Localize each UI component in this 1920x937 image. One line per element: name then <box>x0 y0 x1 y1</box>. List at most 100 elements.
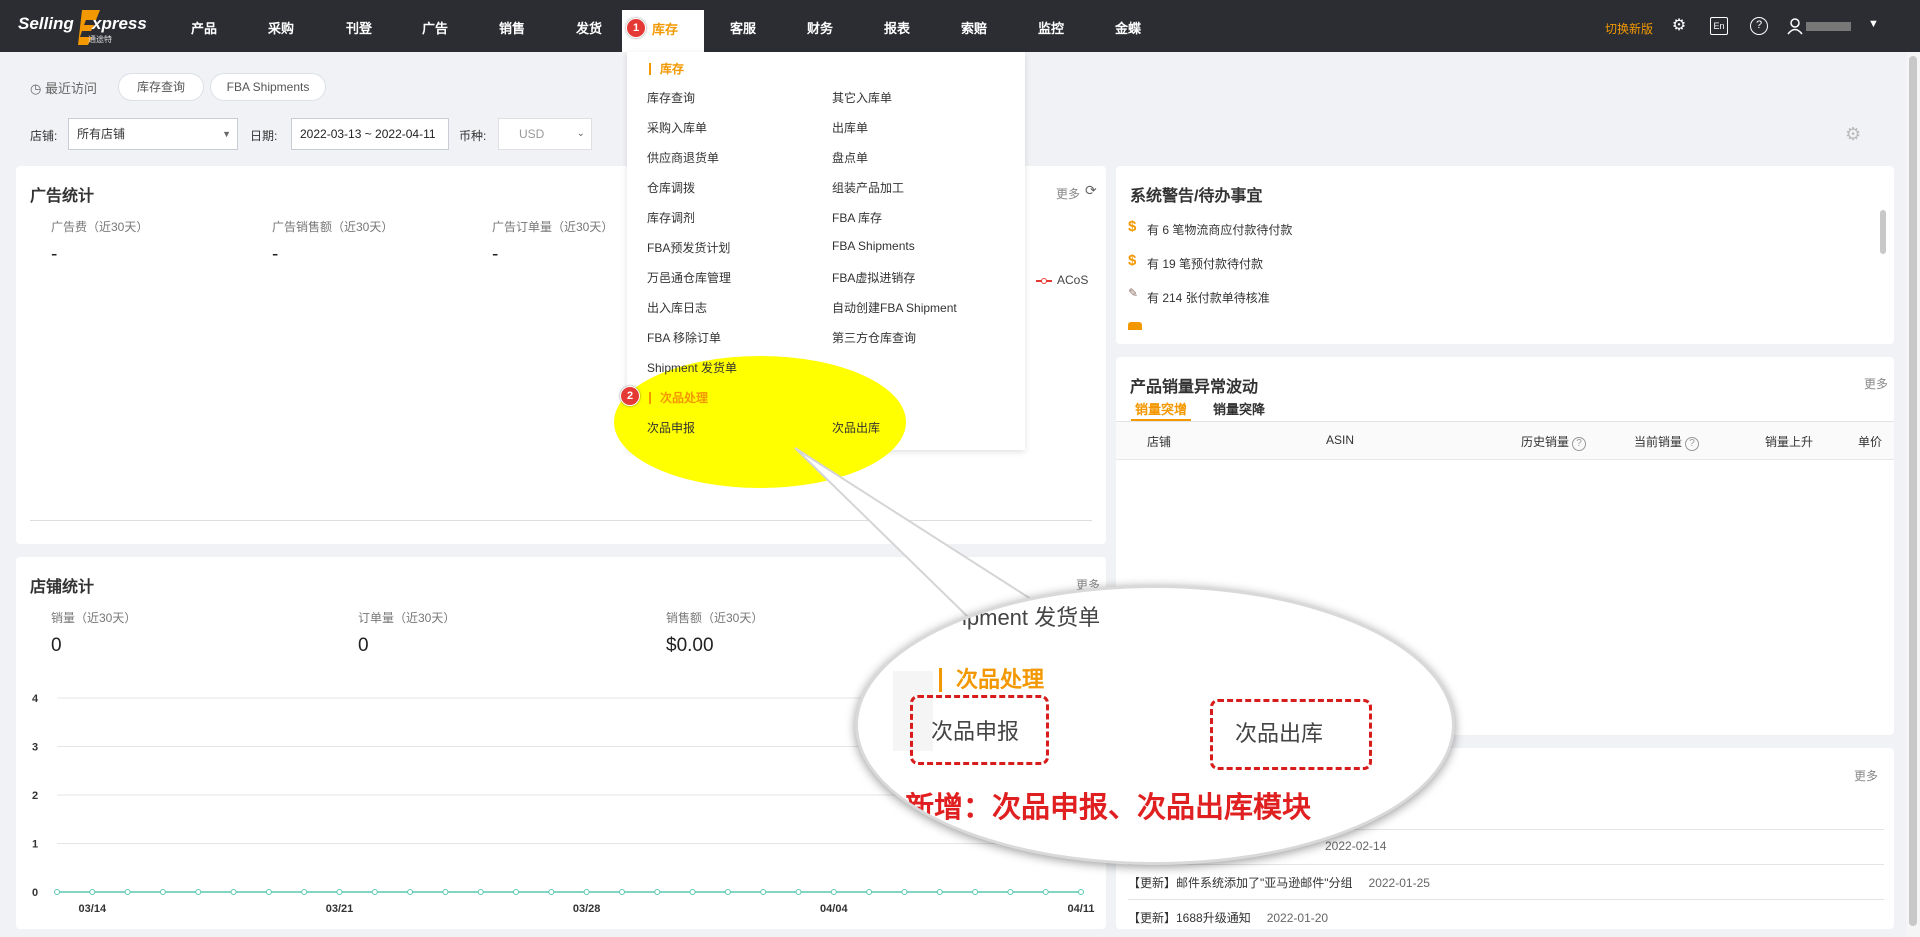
menu-auto-fba-shipment[interactable]: 自动创建FBA Shipment <box>832 299 957 316</box>
menu-defective-outbound[interactable]: 次品出库 <box>832 419 880 436</box>
nav-service[interactable]: 客服 <box>730 18 756 37</box>
y-tick-label: 2 <box>32 790 38 802</box>
switch-version-link[interactable]: 切换新版 <box>1605 20 1653 37</box>
data-point <box>159 889 166 895</box>
currency-select[interactable]: USD ⌄ <box>498 118 592 150</box>
zoom-defective-outbound: 次品出库 <box>1235 721 1324 746</box>
menu-winit-warehouse[interactable]: 万邑通仓库管理 <box>647 269 731 286</box>
recent-visits: ◷ 最近访问 <box>30 81 97 96</box>
menu-inventory-allocation[interactable]: 库存调剂 <box>647 209 695 226</box>
menu-fba-virtual-inventory[interactable]: FBA虚拟进销存 <box>832 269 915 286</box>
anomaly-title: 产品销量异常波动 <box>1130 379 1259 396</box>
data-point <box>89 889 96 895</box>
zoom-caption: 新增：次品申报、次品出库模块 <box>905 792 1312 824</box>
warning-item[interactable]: 有 6 笔物流商应付款待付款 <box>1147 221 1292 238</box>
data-point <box>265 889 272 895</box>
data-point <box>760 889 767 895</box>
tab-sales-surge[interactable]: 销量突增 <box>1135 399 1187 418</box>
nav-reports[interactable]: 报表 <box>884 18 910 37</box>
menu-shipment-order[interactable]: Shipment 发货单 <box>647 359 737 376</box>
date-range-picker[interactable]: 2022-03-13 ~ 2022-04-11 <box>291 118 449 150</box>
user-menu-caret-icon[interactable]: ▼ <box>1868 18 1879 30</box>
col-sales-increase: 销量上升 <box>1765 435 1814 449</box>
menu-purchase-receipt[interactable]: 采购入库单 <box>647 119 707 136</box>
refresh-icon[interactable]: ⟳ <box>1085 182 1097 199</box>
ad-stats-more-link[interactable]: 更多 <box>1056 185 1080 202</box>
settings-gear-icon[interactable]: ⚙ <box>1670 17 1688 35</box>
menu-other-receipt[interactable]: 其它入库单 <box>832 89 892 106</box>
menu-warehouse-transfer[interactable]: 仓库调拨 <box>647 179 695 196</box>
nav-monitor[interactable]: 监控 <box>1038 18 1064 37</box>
nav-claims[interactable]: 索赔 <box>961 18 987 37</box>
menu-defective-report[interactable]: 次品申报 <box>647 419 695 436</box>
menu-outbound-order[interactable]: 出库单 <box>832 119 868 136</box>
x-tick-label: 03/28 <box>573 903 601 915</box>
menu-3pl-warehouse-query[interactable]: 第三方仓库查询 <box>832 329 916 346</box>
logo[interactable]: Selling xpress 通途特 <box>18 8 147 46</box>
store-stats-title: 店铺统计 <box>30 579 95 596</box>
data-point <box>795 889 802 895</box>
nav-shipping[interactable]: 发货 <box>576 18 602 37</box>
ad-sales-value: - <box>272 244 279 265</box>
data-point <box>477 889 484 895</box>
user-icon[interactable] <box>1786 17 1804 35</box>
top-navbar: Selling xpress 通途特 产品 采购 刊登 广告 销售 发货 客服 … <box>0 0 1920 52</box>
menu-fba-inventory[interactable]: FBA 库存 <box>832 209 882 226</box>
question-icon[interactable]: ? <box>1685 437 1700 451</box>
news-item[interactable]: 【更新】1688升级通知 2022-01-20 <box>1128 909 1328 926</box>
zoom-section-defective: 次品处理 <box>939 668 1044 692</box>
nav-sales[interactable]: 销售 <box>499 18 525 37</box>
warning-item[interactable]: 有 19 笔预付款待付款 <box>1147 255 1263 272</box>
page-settings-gear-icon[interactable]: ⚙ <box>1845 124 1861 145</box>
x-tick-label: 04/04 <box>820 903 848 915</box>
nav-ads[interactable]: 广告 <box>422 18 448 37</box>
sales-amount-value: $0.00 <box>666 635 714 656</box>
x-tick-label: 03/21 <box>326 903 354 915</box>
nav-product[interactable]: 产品 <box>191 18 217 37</box>
page-scrollbar-thumb[interactable] <box>1909 56 1917 926</box>
menu-inventory-query[interactable]: 库存查询 <box>647 89 695 106</box>
order-qty-value: 0 <box>358 635 369 656</box>
news-divider <box>1128 864 1884 865</box>
warnings-scrollbar[interactable] <box>1880 210 1886 254</box>
nav-kingdee[interactable]: 金蝶 <box>1115 18 1141 37</box>
language-icon[interactable]: En <box>1710 17 1728 35</box>
col-asin: ASIN <box>1326 433 1355 447</box>
news-more-link[interactable]: 更多 <box>1854 767 1878 784</box>
menu-section-defective: 次品处理 <box>649 392 708 404</box>
data-point <box>54 889 60 895</box>
zoom-callout: ipment 发货单 次品处理 次品申报 次品出库 新增：次品申报、次品出库模块 <box>855 585 1455 865</box>
news-item[interactable]: 【更新】邮件系统添加了"亚马逊邮件"分组 2022-01-25 <box>1128 874 1430 891</box>
nav-listing[interactable]: 刊登 <box>346 18 372 37</box>
acos-legend-dot <box>1041 278 1047 284</box>
menu-fba-preship-plan[interactable]: FBA预发货计划 <box>647 239 730 256</box>
question-icon[interactable]: ? <box>1572 437 1587 451</box>
col-history-sales: 历史销量? <box>1521 433 1587 451</box>
news-divider <box>1128 899 1884 900</box>
tab-sales-drop[interactable]: 销量突降 <box>1213 399 1265 418</box>
recent-chip-inventory-query[interactable]: 库存查询 <box>118 73 204 101</box>
data-point <box>1078 889 1084 895</box>
menu-assembly[interactable]: 组装产品加工 <box>832 179 904 196</box>
x-tick-label: 03/14 <box>79 903 107 915</box>
help-icon[interactable]: ? <box>1750 17 1768 35</box>
data-point <box>548 889 555 895</box>
menu-supplier-return[interactable]: 供应商退货单 <box>647 149 719 166</box>
dollar-warning-icon: $ <box>1128 218 1137 235</box>
step-2-badge: 2 <box>620 386 640 406</box>
acos-legend-label: ACoS <box>1057 273 1089 287</box>
menu-fba-removal-order[interactable]: FBA 移除订单 <box>647 329 721 346</box>
menu-inout-log[interactable]: 出入库日志 <box>647 299 707 316</box>
anomaly-more-link[interactable]: 更多 <box>1864 375 1888 392</box>
warning-item[interactable]: 有 214 张付款单待核准 <box>1147 289 1270 306</box>
user-name-masked[interactable] <box>1806 22 1851 31</box>
menu-fba-shipments[interactable]: FBA Shipments <box>832 239 915 253</box>
recent-chip-fba-shipments[interactable]: FBA Shipments <box>210 73 326 101</box>
menu-stocktake[interactable]: 盘点单 <box>832 149 868 166</box>
y-tick-label: 3 <box>32 742 38 754</box>
approval-doc-icon: ✎ <box>1128 286 1139 300</box>
store-select[interactable]: 所有店铺 ▼ <box>68 118 238 150</box>
clock-icon: ◷ <box>30 81 42 96</box>
nav-finance[interactable]: 财务 <box>807 18 833 37</box>
nav-purchase[interactable]: 采购 <box>268 18 294 37</box>
